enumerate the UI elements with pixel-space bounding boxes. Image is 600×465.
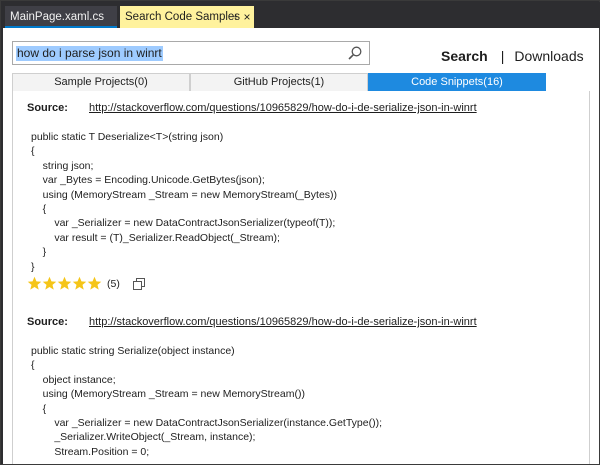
top-nav: Search | Downloads — [441, 48, 584, 64]
star-icon[interactable] — [87, 276, 102, 291]
rating-count: (5) — [107, 278, 120, 290]
pin-tab-icon[interactable]: ⊣ — [226, 6, 240, 28]
source-row: Source: http://stackoverflow.com/questio… — [27, 315, 547, 333]
tab-sample-projects[interactable]: Sample Projects(0) — [12, 73, 190, 91]
nav-downloads-link[interactable]: Downloads — [514, 48, 583, 64]
result-tab-strip: Sample Projects(0) GitHub Projects(1) Co… — [12, 73, 546, 91]
nav-separator: | — [500, 48, 505, 64]
source-label: Source: — [27, 102, 68, 114]
window-frame: MainPage.xaml.cs Search Code Samples ⊣ ×… — [0, 0, 600, 465]
search-input[interactable]: how do i parse json in winrt — [12, 41, 370, 65]
source-link[interactable]: http://stackoverflow.com/questions/10965… — [89, 102, 477, 114]
code-snippet: public static T Deserialize<T>(string js… — [31, 131, 338, 273]
star-icon[interactable] — [27, 276, 42, 291]
source-link[interactable]: http://stackoverflow.com/questions/10965… — [89, 316, 477, 328]
code-snippet: public static string Serialize(object in… — [31, 345, 383, 458]
tab-github-projects-label: GitHub Projects(1) — [233, 76, 325, 88]
star-rating[interactable] — [27, 276, 102, 292]
star-icon[interactable] — [42, 276, 57, 291]
doc-tab-mainpage-label: MainPage.xaml.cs — [10, 11, 104, 23]
results-panel[interactable]: Source: http://stackoverflow.com/questio… — [12, 91, 590, 464]
source-label: Source: — [27, 316, 68, 328]
copy-icon[interactable] — [133, 278, 145, 290]
tab-code-snippets[interactable]: Code Snippets(16) — [368, 73, 546, 91]
doc-tab-controls: ⊣ × — [120, 6, 254, 28]
nav-search-link[interactable]: Search — [441, 48, 488, 64]
tab-code-snippets-label: Code Snippets(16) — [411, 76, 503, 88]
star-icon[interactable] — [72, 276, 87, 291]
document-tab-strip: MainPage.xaml.cs Search Code Samples ⊣ × — [2, 2, 600, 28]
tab-github-projects[interactable]: GitHub Projects(1) — [190, 73, 368, 91]
rating-row: (5) — [27, 276, 227, 294]
star-icon[interactable] — [57, 276, 72, 291]
close-tab-icon[interactable]: × — [240, 6, 254, 28]
doc-tab-mainpage[interactable]: MainPage.xaml.cs — [5, 6, 117, 28]
tab-sample-projects-label: Sample Projects(0) — [54, 76, 148, 88]
search-input-value: how do i parse json in winrt — [16, 46, 163, 61]
source-row: Source: http://stackoverflow.com/questio… — [27, 101, 547, 119]
search-code-samples-window: how do i parse json in winrt Search | Down… — [3, 28, 599, 464]
magnifier-icon[interactable] — [347, 45, 363, 61]
